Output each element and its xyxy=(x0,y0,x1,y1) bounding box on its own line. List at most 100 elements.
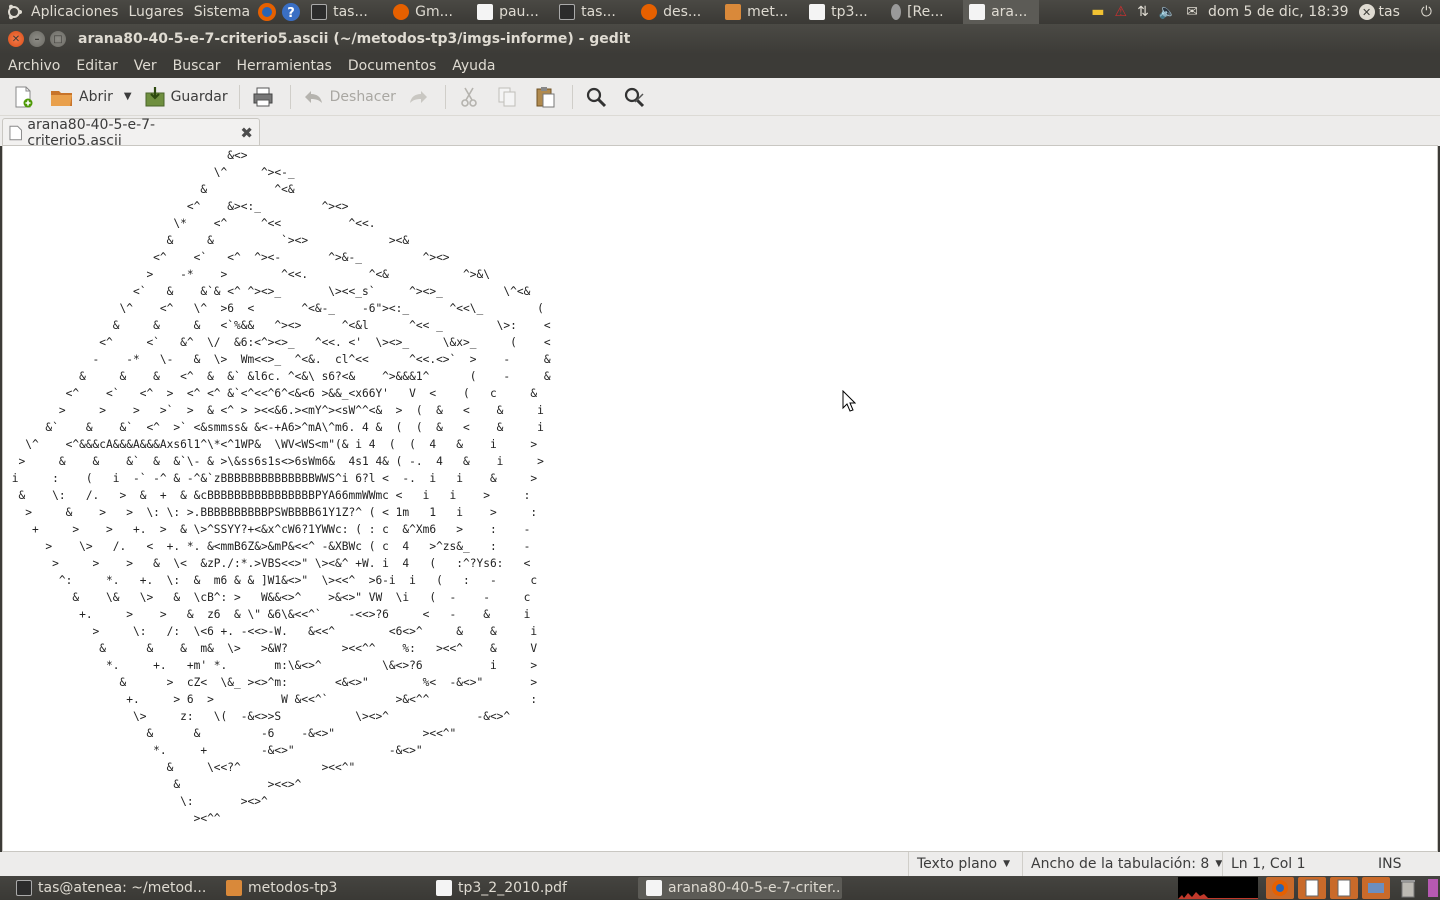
folder-icon[interactable]: ▬ xyxy=(1091,4,1104,20)
terminal-icon xyxy=(16,880,32,896)
tab-width-dropdown[interactable]: Ancho de la tabulación: 8 ▼ xyxy=(1022,852,1222,876)
menubar: Archivo Editar Ver Buscar Herramientas D… xyxy=(0,54,1440,78)
text-editor-area[interactable]: &<> \^ ^><-_ & ^<& <^ &><:_ ^><> \* <^ ^… xyxy=(2,145,1438,852)
document-tab[interactable]: arana80-40-5-e-7-criterio5.ascii ✖ xyxy=(2,117,260,149)
menu-lugares[interactable]: Lugares xyxy=(123,0,188,24)
toolbar-separator xyxy=(444,84,446,109)
panel-task-des[interactable]: des... xyxy=(635,0,719,24)
paste-button[interactable] xyxy=(528,81,566,113)
trash-glyph-icon xyxy=(1401,880,1415,898)
top-panel: Aplicaciones Lugares Sistema ? tas... Gm… xyxy=(0,0,1440,24)
firefox-icon[interactable] xyxy=(1266,877,1294,899)
redo-button[interactable] xyxy=(401,81,439,113)
editor-glyph-icon xyxy=(1305,879,1319,897)
folder-icon xyxy=(725,4,742,20)
folder-icon xyxy=(226,880,242,896)
trash-icon[interactable] xyxy=(1394,877,1422,899)
volume-icon[interactable]: 🔈 xyxy=(1159,4,1176,20)
open-recent-dropdown[interactable]: ▼ xyxy=(118,81,138,113)
system-monitor-graph[interactable] xyxy=(1178,877,1258,899)
workspace-icon[interactable] xyxy=(1362,877,1390,899)
power-icon[interactable]: ⏻ xyxy=(1421,4,1432,20)
toolbar-separator xyxy=(571,84,573,109)
cpu-graph-icon xyxy=(1178,892,1258,899)
panel-task-pau[interactable]: pau... xyxy=(471,0,553,24)
menu-archivo[interactable]: Archivo xyxy=(0,58,68,74)
redo-icon xyxy=(409,90,427,103)
text-editor-icon xyxy=(646,880,662,896)
chevron-down-icon: ▼ xyxy=(1003,859,1011,869)
search-button[interactable] xyxy=(579,81,617,113)
mouse-pointer-icon xyxy=(842,390,856,412)
window-title: arana80-40-5-e-7-criterio5.ascii (~/meto… xyxy=(78,31,631,47)
open-button[interactable]: Abrir xyxy=(44,81,118,113)
new-document-icon xyxy=(15,86,33,107)
editor-content[interactable]: &<> \^ ^><-_ & ^<& <^ &><:_ ^><> \* <^ ^… xyxy=(3,146,1437,827)
firefox-launcher[interactable] xyxy=(255,0,279,24)
panel-task-ara[interactable]: ara... xyxy=(963,0,1040,24)
search-replace-button[interactable] xyxy=(617,81,655,113)
bottom-task-folder[interactable]: metodos-tp3 xyxy=(218,877,424,899)
system-tray: ▬ ⚠ ⇅ 🔈 ✉ dom 5 de dic, 18:39 ✕ tas ⏻ xyxy=(1086,0,1440,24)
panel-task-terminal-1[interactable]: tas... xyxy=(305,0,387,24)
clock[interactable]: dom 5 de dic, 18:39 xyxy=(1208,4,1349,20)
ubuntu-logo-icon[interactable] xyxy=(5,3,23,21)
menu-buscar[interactable]: Buscar xyxy=(165,58,229,74)
chat-icon xyxy=(891,4,902,20)
print-icon xyxy=(253,87,273,106)
user-name[interactable]: tas xyxy=(1379,4,1400,20)
bottom-task-terminal[interactable]: tas@atenea: ~/metod... xyxy=(8,877,214,899)
panel-task-gmail[interactable]: Gm... xyxy=(387,0,471,24)
save-label: Guardar xyxy=(170,88,228,105)
maximize-window-button[interactable]: □ xyxy=(50,31,66,47)
mail-icon[interactable]: ✉ xyxy=(1186,4,1198,20)
text-editor-icon[interactable] xyxy=(1298,877,1326,899)
document-icon[interactable] xyxy=(1330,877,1358,899)
workspace-switcher-icon[interactable] xyxy=(1426,877,1440,899)
window-titlebar[interactable]: ✕ – □ arana80-40-5-e-7-criterio5.ascii (… xyxy=(0,24,1440,54)
panel-task-tp3[interactable]: tp3... xyxy=(803,0,885,24)
menu-herramientas[interactable]: Herramientas xyxy=(228,58,339,74)
undo-button[interactable]: Deshacer xyxy=(297,81,401,113)
close-tab-icon[interactable]: ✖ xyxy=(240,124,253,142)
help-launcher[interactable]: ? xyxy=(279,0,305,24)
firefox-icon xyxy=(393,4,410,20)
cut-icon xyxy=(461,87,477,107)
bottom-task-gedit[interactable]: arana80-40-5-e-7-criter... xyxy=(638,877,842,899)
copy-button[interactable] xyxy=(490,81,528,113)
menu-ayuda[interactable]: Ayuda xyxy=(444,58,503,74)
menu-sistema[interactable]: Sistema xyxy=(189,0,255,24)
network-icon[interactable]: ⇅ xyxy=(1137,4,1149,20)
firefox-icon xyxy=(258,3,277,21)
copy-icon xyxy=(498,87,516,106)
terminal-icon xyxy=(559,4,576,20)
document-icon xyxy=(9,125,22,140)
bottom-tray xyxy=(1178,876,1440,900)
close-window-button[interactable]: ✕ xyxy=(8,31,24,47)
panel-task-terminal-2[interactable]: tas... xyxy=(553,0,635,24)
bottom-task-pdf[interactable]: tp3_2_2010.pdf xyxy=(428,877,634,899)
firefox-icon xyxy=(641,4,658,20)
save-icon xyxy=(145,86,165,106)
user-status-icon[interactable]: ✕ xyxy=(1358,4,1375,20)
print-button[interactable] xyxy=(246,81,284,113)
warning-icon[interactable]: ⚠ xyxy=(1115,4,1128,20)
search-replace-icon xyxy=(624,87,644,107)
toolbar: Abrir ▼ Guardar Deshacer xyxy=(0,78,1440,116)
open-label: Abrir xyxy=(79,88,113,105)
doc-glyph-icon xyxy=(1337,879,1351,897)
new-document-button[interactable] xyxy=(6,81,44,113)
search-icon xyxy=(586,87,606,107)
panel-task-met[interactable]: met... xyxy=(719,0,803,24)
menu-editar[interactable]: Editar xyxy=(68,58,125,74)
menu-documentos[interactable]: Documentos xyxy=(340,58,444,74)
undo-label: Deshacer xyxy=(329,88,396,105)
syntax-mode-dropdown[interactable]: Texto plano ▼ xyxy=(908,852,1022,876)
menu-ver[interactable]: Ver xyxy=(126,58,165,74)
save-button[interactable]: Guardar xyxy=(138,81,233,113)
toolbar-separator xyxy=(238,84,240,109)
minimize-window-button[interactable]: – xyxy=(29,31,45,47)
panel-task-re[interactable]: [Re... xyxy=(885,0,963,24)
menu-aplicaciones[interactable]: Aplicaciones xyxy=(26,0,123,24)
cut-button[interactable] xyxy=(452,81,490,113)
